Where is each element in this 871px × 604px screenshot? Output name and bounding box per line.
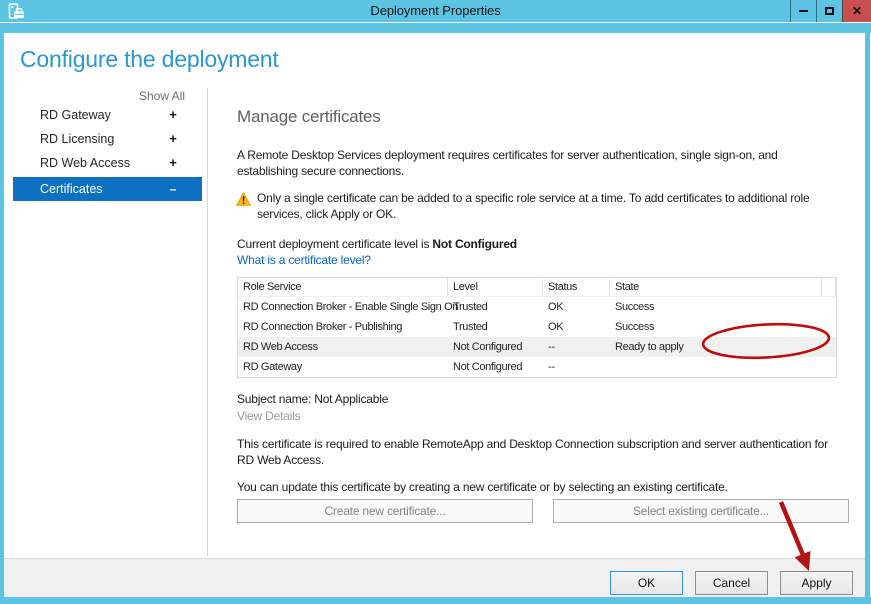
title-bar-band — [0, 23, 871, 33]
cell-level: Trusted — [448, 297, 543, 317]
apply-button[interactable]: Apply — [780, 571, 853, 595]
cell-spacer — [822, 357, 836, 377]
section-title: Manage certificates — [237, 107, 381, 127]
warning-text: Only a single certificate can be added t… — [257, 190, 845, 222]
show-all-link[interactable]: Show All — [40, 89, 185, 103]
column-header-role-service[interactable]: Role Service — [238, 278, 448, 296]
table-row[interactable]: RD Gateway Not Configured -- — [238, 357, 836, 377]
cell-state: Success — [610, 297, 822, 317]
cell-role-service: RD Connection Broker - Publishing — [238, 317, 448, 337]
cell-state-ready-to-apply: Ready to apply — [610, 337, 822, 357]
page-title: Configure the deployment — [20, 46, 279, 73]
sidebar-item-rd-gateway[interactable]: RD Gateway — [40, 108, 111, 122]
certificate-description: This certificate is required to enable R… — [237, 436, 837, 468]
table-row-highlighted[interactable]: RD Web Access Not Configured -- Ready to… — [238, 337, 836, 357]
expand-plus-icon[interactable]: + — [167, 107, 179, 122]
sidebar-divider — [207, 88, 208, 556]
sidebar-item-rd-licensing[interactable]: RD Licensing — [40, 132, 114, 146]
cell-role-service: RD Gateway — [238, 357, 448, 377]
cell-role-service: RD Connection Broker - Enable Single Sig… — [238, 297, 448, 317]
cell-spacer — [822, 337, 836, 357]
collapse-minus-icon: – — [167, 177, 179, 201]
maximize-icon — [825, 7, 834, 15]
minimize-icon — [799, 10, 808, 12]
maximize-button[interactable] — [816, 0, 842, 22]
window-controls: ✕ — [790, 0, 871, 22]
title-bar: Deployment Properties ✕ — [0, 0, 871, 22]
cell-status: OK — [543, 297, 610, 317]
deployment-properties-dialog: Deployment Properties ✕ Configure the de… — [0, 0, 871, 604]
cell-level: Not Configured — [448, 337, 543, 357]
table-header-row: Role Service Level Status State — [238, 278, 836, 297]
cell-status: OK — [543, 317, 610, 337]
window-border-right — [865, 33, 870, 597]
cell-role-service: RD Web Access — [238, 337, 448, 357]
minimize-button[interactable] — [790, 0, 816, 22]
cell-status: -- — [543, 357, 610, 377]
subject-name-text: Subject name: Not Applicable — [237, 391, 837, 407]
select-existing-certificate-button[interactable]: Select existing certificate... — [553, 499, 849, 523]
expand-plus-icon[interactable]: + — [167, 131, 179, 146]
window-border-bottom — [0, 597, 871, 604]
certificate-level-help-link[interactable]: What is a certificate level? — [237, 253, 371, 267]
intro-text: A Remote Desktop Services deployment req… — [237, 147, 837, 179]
sidebar-item-label: Certificates — [40, 177, 103, 201]
cell-state — [610, 357, 822, 377]
window-title: Deployment Properties — [0, 3, 871, 18]
certificate-level-prefix: Current deployment certificate level is — [237, 237, 432, 251]
table-row[interactable]: RD Connection Broker - Publishing Truste… — [238, 317, 836, 337]
certificate-level-value: Not Configured — [432, 237, 517, 251]
cell-status: -- — [543, 337, 610, 357]
close-button[interactable]: ✕ — [842, 0, 871, 22]
cell-level: Not Configured — [448, 357, 543, 377]
cancel-button[interactable]: Cancel — [695, 571, 768, 595]
ok-button[interactable]: OK — [610, 571, 683, 595]
view-details-link[interactable]: View Details — [237, 409, 300, 423]
update-hint-text: You can update this certificate by creat… — [237, 479, 849, 495]
certificates-table: Role Service Level Status State RD Conne… — [237, 277, 837, 378]
column-header-state[interactable]: State — [610, 278, 822, 296]
sidebar-item-rd-web-access[interactable]: RD Web Access — [40, 156, 130, 170]
cell-state: Success — [610, 317, 822, 337]
certificate-level-text: Current deployment certificate level is … — [237, 236, 837, 252]
cell-spacer — [822, 317, 836, 337]
warning-icon — [236, 192, 251, 209]
column-header-status[interactable]: Status — [543, 278, 610, 296]
cell-level: Trusted — [448, 317, 543, 337]
table-row[interactable]: RD Connection Broker - Enable Single Sig… — [238, 297, 836, 317]
window-border-left — [0, 33, 4, 604]
create-new-certificate-button[interactable]: Create new certificate... — [237, 499, 533, 523]
column-header-level[interactable]: Level — [448, 278, 543, 296]
expand-plus-icon[interactable]: + — [167, 155, 179, 170]
close-icon: ✕ — [852, 5, 862, 17]
cell-spacer — [822, 297, 836, 317]
sidebar-item-certificates-selected[interactable]: Certificates – — [13, 177, 202, 201]
column-header-spacer — [822, 278, 836, 296]
